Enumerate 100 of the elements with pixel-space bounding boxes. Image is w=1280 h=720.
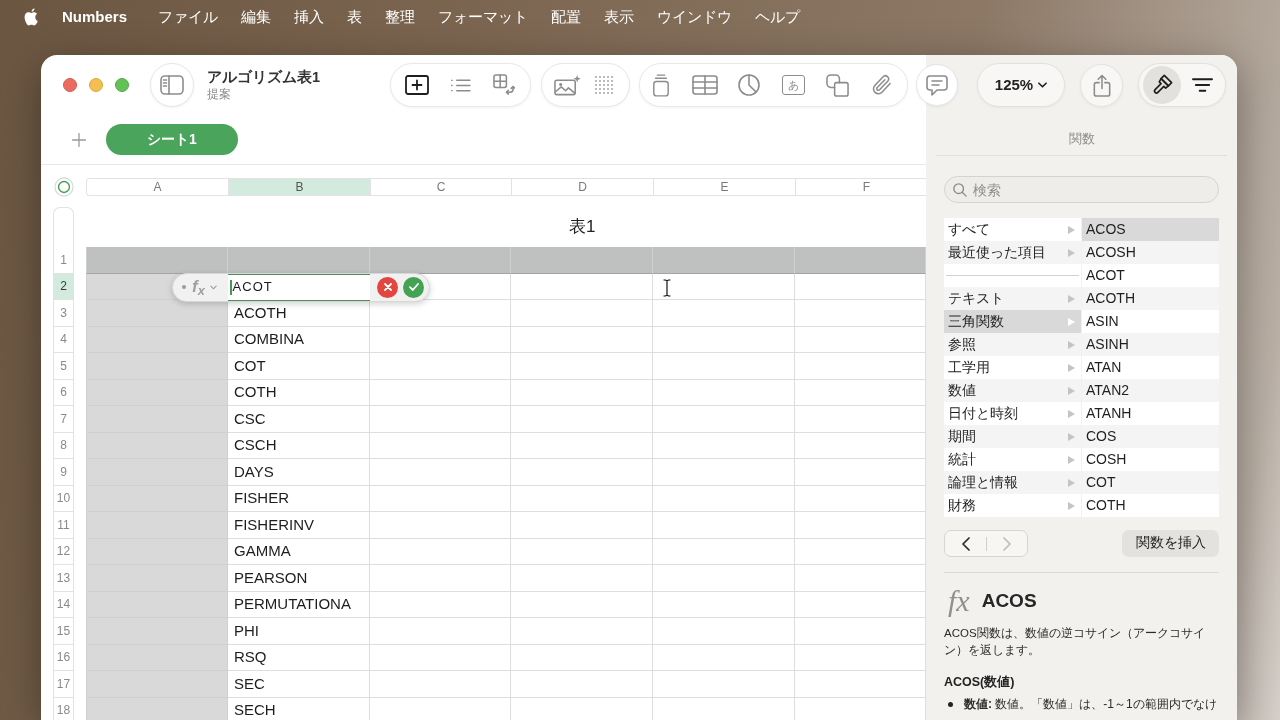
function-item[interactable]: ASINH <box>1082 333 1219 356</box>
speech-bubble-icon <box>926 74 948 96</box>
list-icon <box>450 77 471 93</box>
row-number[interactable]: 17 <box>53 671 74 698</box>
category-item[interactable]: 数値 <box>944 379 1081 402</box>
function-item[interactable]: COS <box>1082 425 1219 448</box>
zoom-menu-button[interactable]: 125% <box>977 63 1065 107</box>
table-cell: COMBINA <box>228 326 370 353</box>
pie-chart-icon <box>738 74 760 96</box>
table-cell: DAYS <box>228 459 370 486</box>
chevron-down-icon <box>1038 82 1048 88</box>
close-button[interactable] <box>63 78 77 92</box>
row-number[interactable]: 4 <box>53 326 74 353</box>
disclosure-triangle-icon <box>1068 432 1075 441</box>
row-number[interactable]: 18 <box>53 697 74 720</box>
table-title: 表1 <box>569 216 596 239</box>
confirm-button[interactable] <box>403 276 424 298</box>
argument-description: 数値: 数値。「数値」は、-1～1の範囲内でなけ <box>964 696 1217 712</box>
row-number[interactable]: 6 <box>53 379 74 406</box>
category-item[interactable]: 最近使った項目 <box>944 241 1081 264</box>
menu-item[interactable]: 挿入 <box>294 5 325 29</box>
function-symbol: fx <box>948 585 970 617</box>
function-symbol: f$_{x}$ <box>192 277 205 297</box>
app-name-menu[interactable]: Numbers <box>62 5 128 29</box>
category-item[interactable]: 期間 <box>944 425 1081 448</box>
row-number[interactable]: 14 <box>53 591 74 618</box>
insert-function-button[interactable]: 関数を挿入 <box>1122 530 1219 557</box>
paperclip-icon <box>870 73 892 97</box>
row-number[interactable]: 15 <box>53 618 74 645</box>
table-cell: FISHER <box>228 485 370 512</box>
row-number[interactable]: 1 <box>53 247 74 274</box>
table-cell: PHI <box>228 618 370 645</box>
disclosure-triangle-icon <box>1068 340 1075 349</box>
row-number[interactable]: 7 <box>53 406 74 433</box>
menu-item[interactable]: 編集 <box>241 5 272 29</box>
table-cell: PERMUTATIONA <box>228 591 370 618</box>
row-number[interactable]: 12 <box>53 538 74 565</box>
apple-icon <box>24 8 39 26</box>
select-all-icon[interactable] <box>54 177 74 197</box>
category-item[interactable]: 論理と情報 <box>944 471 1081 494</box>
function-item[interactable]: ATAN2 <box>1082 379 1219 402</box>
category-item[interactable]: テキスト <box>944 287 1081 310</box>
plus-square-icon <box>405 75 429 95</box>
table-cell: RSQ <box>228 644 370 671</box>
menu-item[interactable]: 表示 <box>604 5 635 29</box>
row-number[interactable]: 10 <box>53 485 74 512</box>
table-arrows-icon <box>493 74 515 96</box>
category-item[interactable]: 参照 <box>944 333 1081 356</box>
table-cell: ACOTH <box>228 300 370 327</box>
minimize-button[interactable] <box>89 78 103 92</box>
menu-item[interactable]: ヘルプ <box>755 5 801 29</box>
column-header[interactable]: B <box>229 179 371 195</box>
disclosure-triangle-icon <box>1068 248 1075 257</box>
format-button[interactable] <box>1143 66 1181 104</box>
disclosure-triangle-icon <box>1068 225 1075 234</box>
sheet-tab[interactable]: シート1 <box>106 124 238 155</box>
menu-item[interactable]: ウインドウ <box>657 5 733 29</box>
menu-item[interactable]: 整理 <box>385 5 416 29</box>
row-number[interactable]: 2 <box>53 273 74 300</box>
disclosure-triangle-icon <box>1068 294 1075 303</box>
document-subtitle: 提案 <box>207 87 231 102</box>
disclosure-triangle-icon <box>1068 409 1075 418</box>
disclosure-triangle-icon <box>1068 386 1075 395</box>
comment-button[interactable] <box>916 64 958 106</box>
row-number[interactable]: 8 <box>53 432 74 459</box>
table-cell: COT <box>228 353 370 380</box>
table-cell: COTH <box>228 379 370 406</box>
text-box-button[interactable]: あ <box>781 75 805 95</box>
lines-icon <box>1191 78 1213 92</box>
dot-grid-icon <box>594 75 614 95</box>
category-item[interactable]: 三角関数 <box>944 310 1081 333</box>
function-item[interactable]: ACOSH <box>1082 241 1219 264</box>
disclosure-triangle-icon <box>1068 363 1075 372</box>
disclosure-triangle-icon <box>1068 501 1075 510</box>
menu-item[interactable]: フォーマット <box>438 5 529 29</box>
column-header[interactable]: A <box>87 179 229 195</box>
document-title: アルゴリズム表1 <box>207 68 321 87</box>
search-field[interactable]: 検索 <box>944 176 1219 203</box>
panel-title: 関数 <box>1068 131 1095 148</box>
table-cell: FISHERINV <box>228 512 370 539</box>
function-syntax: ACOS(数値) <box>944 674 1015 690</box>
row-number[interactable]: 13 <box>53 565 74 592</box>
menu-item[interactable]: ファイル <box>158 5 219 29</box>
zoom-button[interactable] <box>115 78 129 92</box>
row-number[interactable]: 16 <box>53 644 74 671</box>
search-icon <box>953 182 967 197</box>
row-number[interactable]: 3 <box>53 300 74 327</box>
function-item[interactable]: COT <box>1082 471 1219 494</box>
formula-input[interactable]: ACOT <box>228 273 370 301</box>
sidebar-toggle-button[interactable] <box>150 63 194 107</box>
add-sheet-button[interactable] <box>72 132 86 147</box>
row-number[interactable]: 11 <box>53 512 74 539</box>
row-header-top <box>53 207 74 247</box>
row-number[interactable]: 5 <box>53 353 74 380</box>
function-item[interactable]: ACOS <box>1082 218 1219 241</box>
menu-item[interactable]: 配置 <box>551 5 582 29</box>
menu-item[interactable]: 表 <box>347 5 363 29</box>
row-number[interactable]: 9 <box>53 459 74 486</box>
function-item[interactable]: ACOTH <box>1082 287 1219 310</box>
cancel-button[interactable] <box>377 276 398 298</box>
